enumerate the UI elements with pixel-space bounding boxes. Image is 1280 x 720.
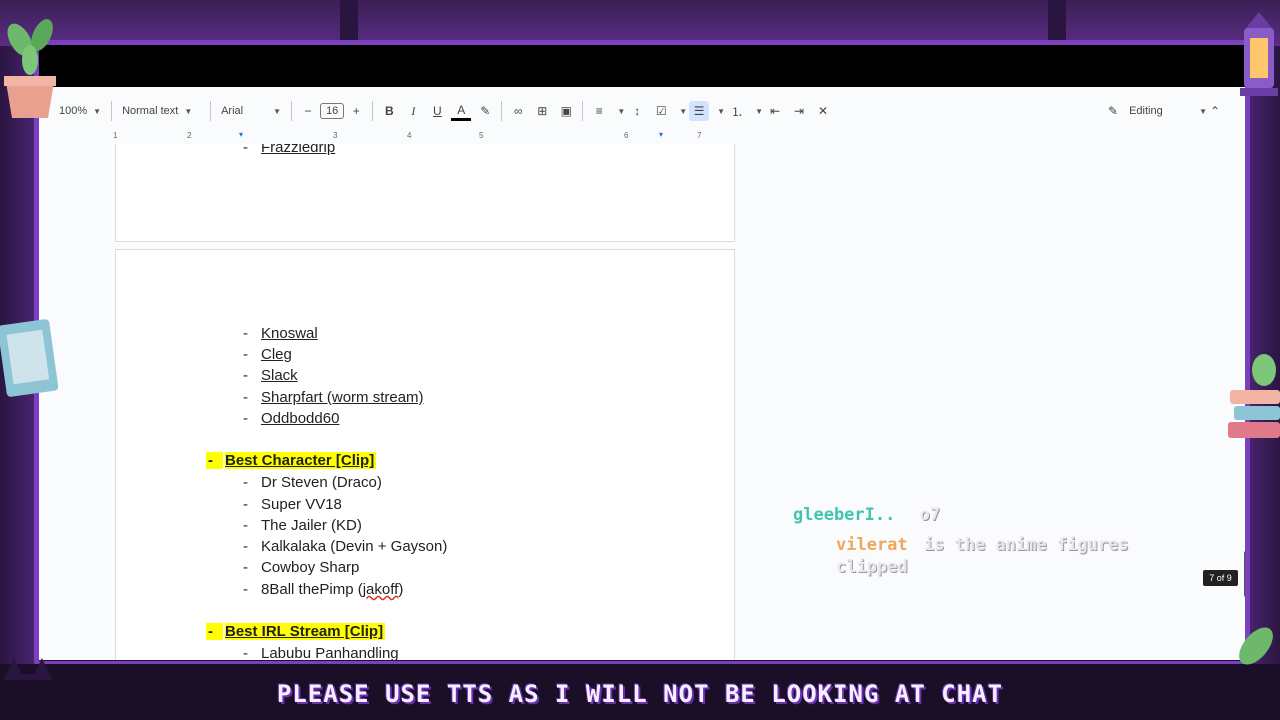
stream-frame-border xyxy=(34,40,1250,666)
potted-plant-icon xyxy=(4,19,56,118)
tts-banner: PLEASE USE TTS AS I WILL NOT BE LOOKING … xyxy=(276,680,1004,708)
book-stack-icon xyxy=(1228,354,1280,438)
cat-ears-icon xyxy=(4,658,52,680)
picture-frame-icon xyxy=(0,319,58,397)
leaf-plant-icon xyxy=(1239,627,1273,665)
lantern-icon xyxy=(1240,12,1278,96)
